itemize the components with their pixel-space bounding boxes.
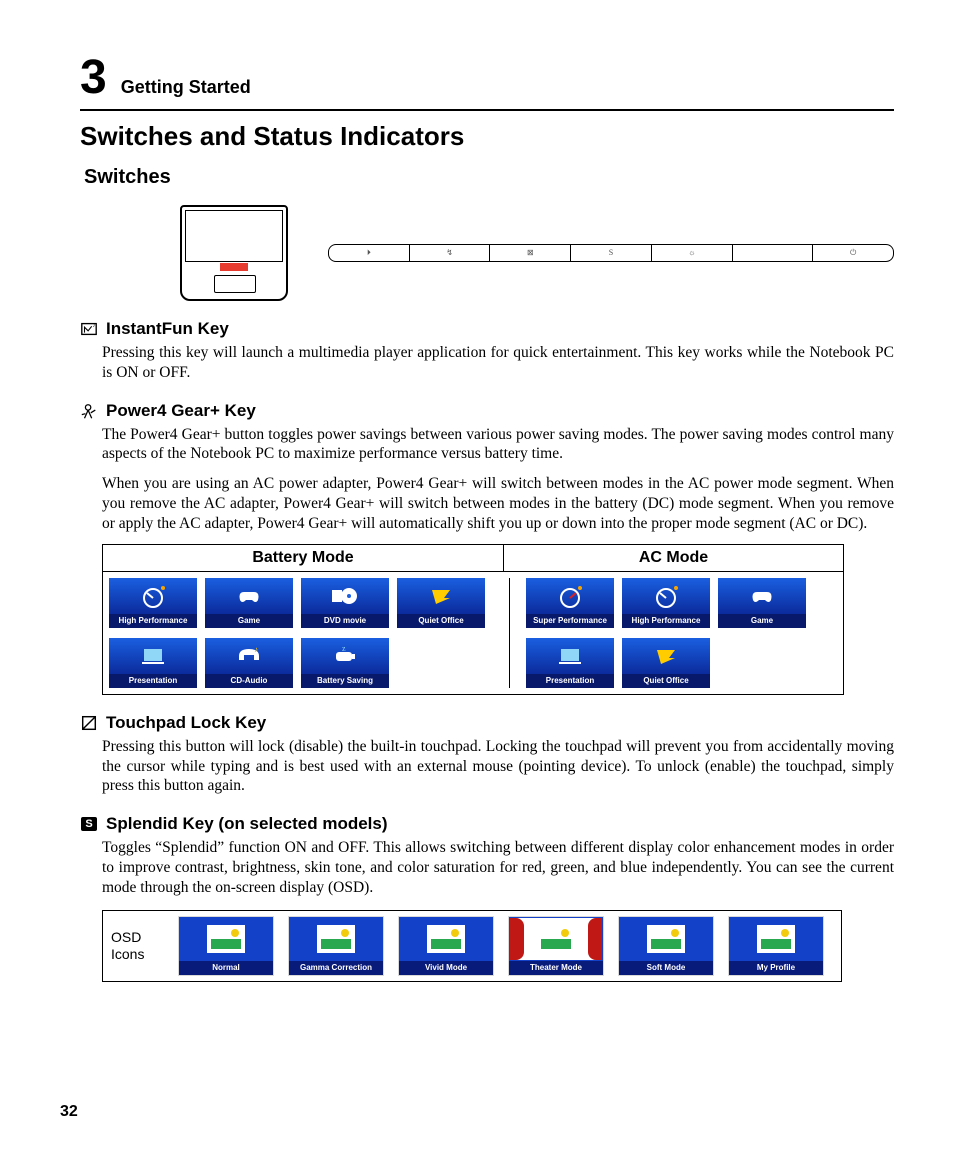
chapter-title: Getting Started xyxy=(121,77,251,98)
bar-cell xyxy=(733,245,814,261)
svg-text:z: z xyxy=(342,644,346,653)
tile-game-ac: Game xyxy=(718,578,806,628)
page-number: 32 xyxy=(60,1103,78,1121)
battery-mode-tiles: High Performance Game DVD movie Quiet Of… xyxy=(109,578,503,688)
touchpad-lock-title: Touchpad Lock Key xyxy=(106,713,266,733)
svg-text:♪: ♪ xyxy=(93,323,96,329)
switch-bar: ⏵ ↯ ⊠ S ☼ ⏻ xyxy=(328,244,894,262)
instantfun-body: Pressing this key will launch a multimed… xyxy=(102,343,894,383)
touchpad-lock-body: Pressing this button will lock (disable)… xyxy=(102,737,894,796)
power4gear-body2: When you are using an AC power adapter, … xyxy=(102,474,894,533)
tile-super-performance: Super Performance xyxy=(526,578,614,628)
osd-vivid-mode: Vivid Mode xyxy=(399,917,493,975)
page-title: Switches and Status Indicators xyxy=(80,121,894,152)
osd-icons-table: OSD Icons Normal Gamma Correction Vivid … xyxy=(102,910,842,982)
osd-my-profile: My Profile xyxy=(729,917,823,975)
tile-quiet-office-ac: Quiet Office xyxy=(622,638,710,688)
switches-illustration: ⏵ ↯ ⊠ S ☼ ⏻ xyxy=(180,205,894,301)
tile-high-performance-ac: High Performance xyxy=(622,578,710,628)
splendid-body: Toggles “Splendid” function ON and OFF. … xyxy=(102,838,894,897)
battery-mode-header: Battery Mode xyxy=(103,545,504,572)
bar-cell: ☼ xyxy=(652,245,733,261)
splendid-icon: S xyxy=(80,815,98,833)
tile-game: Game xyxy=(205,578,293,628)
ac-mode-tiles: Super Performance High Performance Game … xyxy=(526,578,837,688)
bar-cell: ⊠ xyxy=(490,245,571,261)
osd-gamma-correction: Gamma Correction xyxy=(289,917,383,975)
osd-normal: Normal xyxy=(179,917,273,975)
svg-text:♪: ♪ xyxy=(254,645,258,654)
section-switches-heading: Switches xyxy=(84,166,894,189)
power4gear-icon xyxy=(80,402,98,420)
bar-cell: S xyxy=(571,245,652,261)
bar-cell: ↯ xyxy=(410,245,491,261)
tile-presentation: Presentation xyxy=(109,638,197,688)
power4gear-body1: The Power4 Gear+ button toggles power sa… xyxy=(102,425,894,465)
instantfun-title: InstantFun Key xyxy=(106,319,229,339)
laptop-drawing xyxy=(180,205,288,301)
power4gear-title: Power4 Gear+ Key xyxy=(106,401,256,421)
splendid-title: Splendid Key (on selected models) xyxy=(106,814,388,834)
chapter-header: 3 Getting Started xyxy=(80,50,894,111)
tile-presentation-ac: Presentation xyxy=(526,638,614,688)
tile-cd-audio: ♪CD-Audio xyxy=(205,638,293,688)
instantfun-icon: ♪ xyxy=(80,320,98,338)
ac-mode-header: AC Mode xyxy=(504,545,843,572)
osd-theater-mode: Theater Mode xyxy=(509,917,603,975)
tile-battery-saving: zBattery Saving xyxy=(301,638,389,688)
osd-label: OSD Icons xyxy=(111,929,161,963)
power-mode-table: Battery Mode AC Mode High Performance Ga… xyxy=(102,544,844,695)
tile-high-performance: High Performance xyxy=(109,578,197,628)
chapter-number: 3 xyxy=(80,50,107,105)
tile-quiet-office: Quiet Office xyxy=(397,578,485,628)
osd-soft-mode: Soft Mode xyxy=(619,917,713,975)
bar-cell: ⏻ xyxy=(813,245,893,261)
tile-dvd-movie: DVD movie xyxy=(301,578,389,628)
bar-cell: ⏵ xyxy=(329,245,410,261)
touchpad-lock-icon xyxy=(80,714,98,732)
